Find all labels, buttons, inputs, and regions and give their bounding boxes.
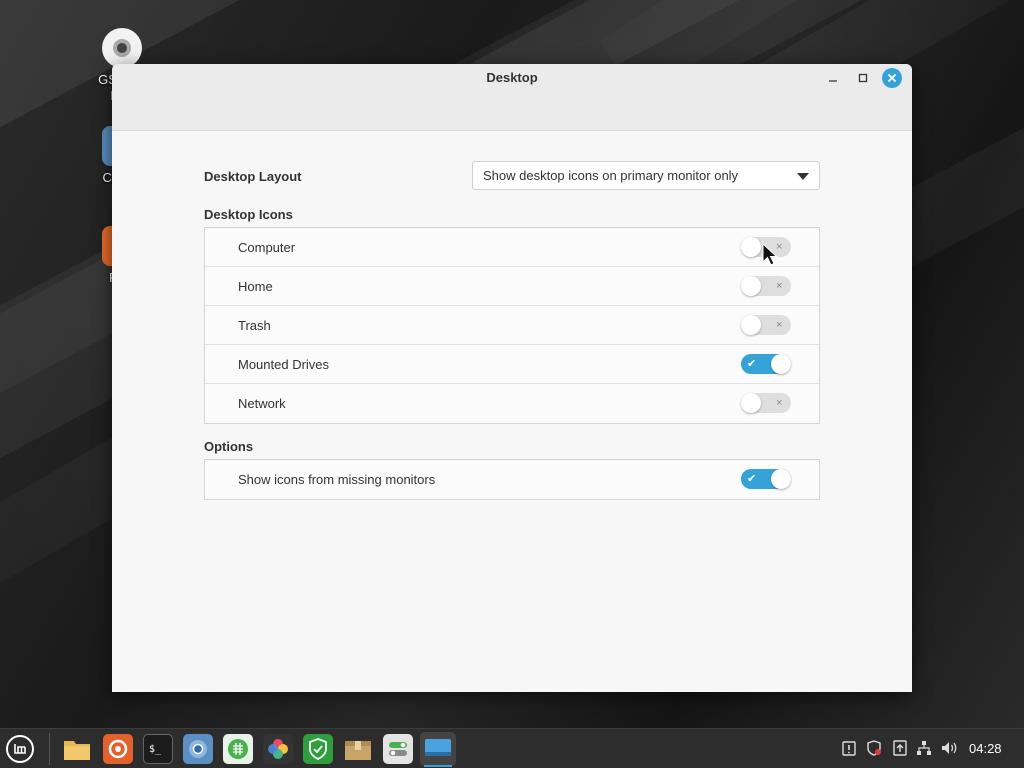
dropdown-arrow-icon xyxy=(797,173,809,180)
switch-knob xyxy=(741,276,761,296)
close-button[interactable] xyxy=(882,68,902,88)
switch-knob xyxy=(741,315,761,335)
network-tray-button[interactable] xyxy=(915,739,933,757)
firefox-icon xyxy=(108,739,128,759)
terminal-launcher[interactable]: $_ xyxy=(143,734,173,764)
options-list: Show icons from missing monitors ✔ xyxy=(204,459,820,500)
maximize-icon xyxy=(858,73,868,83)
archive-icon xyxy=(345,741,371,760)
taskbar: $_ 04:28 xyxy=(0,728,1024,768)
title-bar[interactable]: Desktop xyxy=(112,64,912,131)
list-item-missing-monitors: Show icons from missing monitors ✔ xyxy=(205,460,819,499)
notification-tray-button[interactable] xyxy=(840,739,858,757)
desktop-settings-window: Desktop Desktop Layout Show desktop icon… xyxy=(112,64,912,692)
desktop-layout-label: Desktop Layout xyxy=(204,169,302,184)
desktop-layout-dropdown[interactable]: Show desktop icons on primary monitor on… xyxy=(472,161,820,190)
firefox-launcher[interactable] xyxy=(103,734,133,764)
home-toggle[interactable]: × xyxy=(741,276,791,296)
minimize-button[interactable] xyxy=(823,68,843,88)
missing-monitors-toggle[interactable]: ✔ xyxy=(741,469,791,489)
trash-toggle[interactable]: × xyxy=(741,315,791,335)
cross-icon: × xyxy=(776,319,783,331)
list-item-mounted-drives: Mounted Drives ✔ xyxy=(205,345,819,384)
spreadsheet-launcher[interactable] xyxy=(223,734,253,764)
shield-launcher[interactable] xyxy=(303,734,333,764)
switch-knob xyxy=(771,354,791,374)
list-item-network: Network × xyxy=(205,384,819,423)
list-item-trash: Trash × xyxy=(205,306,819,345)
window-title: Desktop xyxy=(486,70,538,85)
minimize-icon xyxy=(829,80,837,82)
color-picker-icon xyxy=(268,739,288,759)
cross-icon: × xyxy=(776,280,783,292)
close-icon xyxy=(887,73,897,83)
row-label: Home xyxy=(238,279,273,294)
files-launcher[interactable] xyxy=(62,734,92,764)
mouse-pointer-icon xyxy=(762,243,778,266)
chromium-launcher[interactable] xyxy=(183,734,213,764)
desktop-icons-list: Computer × Home × Trash × Mounted Drives xyxy=(204,227,820,424)
row-label: Network xyxy=(238,396,286,411)
settings-launcher[interactable] xyxy=(383,734,413,764)
security-tray-button[interactable] xyxy=(865,739,883,757)
chromium-icon xyxy=(189,740,207,758)
list-item-home: Home × xyxy=(205,267,819,306)
row-label: Show icons from missing monitors xyxy=(238,472,436,487)
terminal-icon: $_ xyxy=(149,744,162,755)
spreadsheet-icon xyxy=(228,739,248,759)
svg-text:$_: $_ xyxy=(149,744,162,755)
volume-tray-button[interactable] xyxy=(941,739,959,757)
webcam-icon xyxy=(102,28,142,68)
active-task-indicator xyxy=(424,765,452,767)
archive-launcher[interactable] xyxy=(343,734,373,764)
cross-icon: × xyxy=(776,397,783,409)
settings-icon xyxy=(389,742,407,756)
row-label: Mounted Drives xyxy=(238,357,330,372)
switch-knob xyxy=(741,393,761,413)
row-label: Trash xyxy=(238,318,271,333)
desktop-layout-selected: Show desktop icons on primary monitor on… xyxy=(483,168,739,183)
network-icon xyxy=(917,741,931,755)
desktop-window-task[interactable] xyxy=(420,732,456,766)
network-toggle[interactable]: × xyxy=(741,393,791,413)
desktop-window-icon xyxy=(425,739,451,756)
color-picker-launcher[interactable] xyxy=(263,734,293,764)
shield-icon xyxy=(309,738,327,760)
volume-icon xyxy=(942,742,957,754)
checkmark-icon: ✔ xyxy=(747,358,757,370)
notification-icon xyxy=(842,741,856,756)
mounted-drives-toggle[interactable]: ✔ xyxy=(741,354,791,374)
options-label: Options xyxy=(204,439,254,454)
update-tray-button[interactable] xyxy=(891,739,909,757)
mint-menu-button[interactable] xyxy=(5,734,35,764)
maximize-button[interactable] xyxy=(853,68,873,88)
checkmark-icon: ✔ xyxy=(747,473,757,485)
list-item-computer: Computer × xyxy=(205,228,819,267)
taskbar-separator xyxy=(49,733,50,765)
row-label: Computer xyxy=(238,240,296,255)
files-icon xyxy=(64,741,90,760)
desktop-icons-label: Desktop Icons xyxy=(204,207,293,222)
security-icon xyxy=(867,740,881,756)
switch-knob xyxy=(741,237,761,257)
mint-menu-icon xyxy=(6,735,34,763)
switch-knob xyxy=(771,469,791,489)
update-icon xyxy=(893,740,907,756)
clock[interactable]: 04:28 xyxy=(969,741,1002,756)
